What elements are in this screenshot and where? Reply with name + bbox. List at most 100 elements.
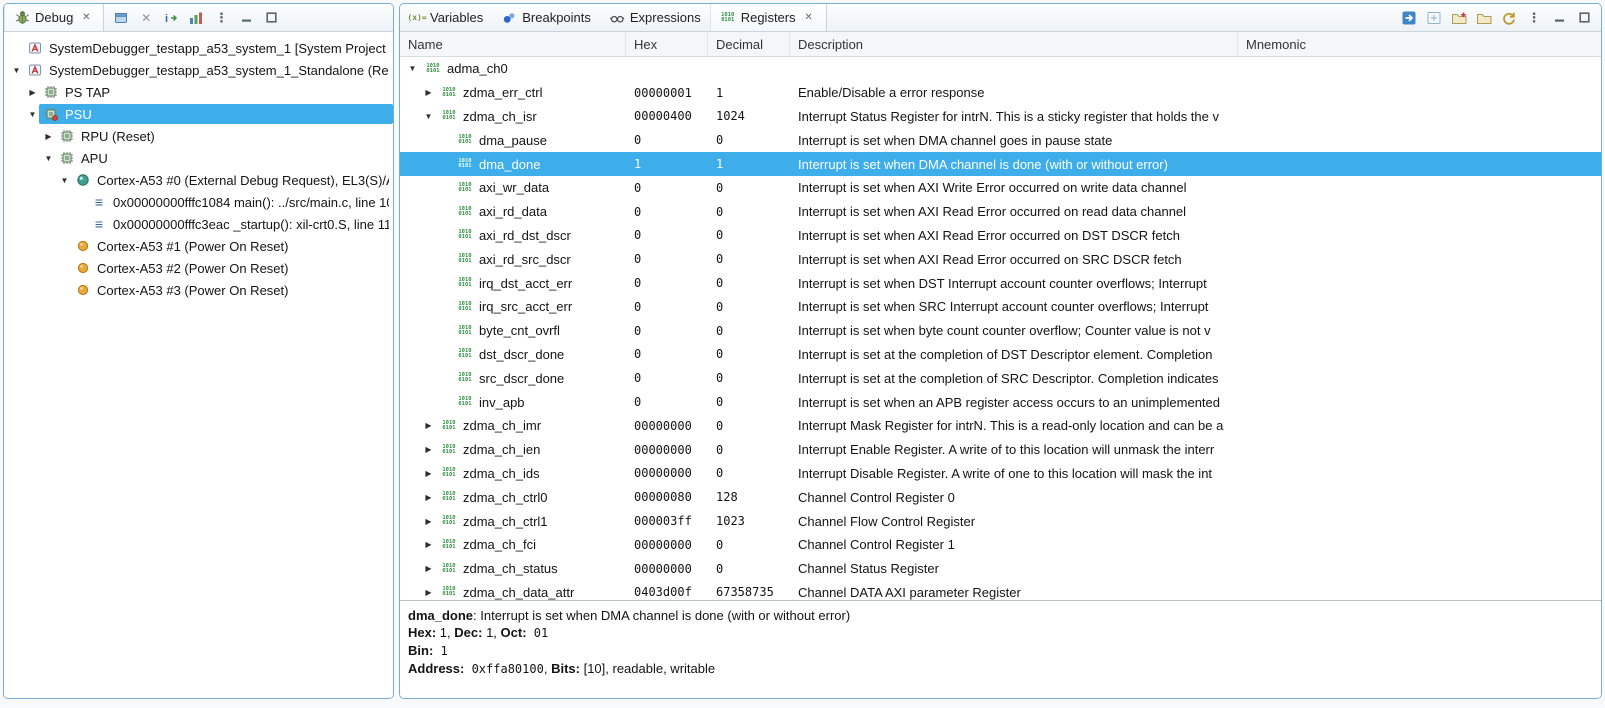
register-row[interactable]: 10100101axi_rd_dst_dscr00Interrupt is se… bbox=[400, 224, 1601, 248]
expand-arrow-icon[interactable]: ▶ bbox=[422, 445, 435, 454]
tree-item[interactable]: ▶RPU (Reset) bbox=[4, 125, 393, 147]
register-name: zdma_ch_ien bbox=[463, 442, 540, 457]
register-row[interactable]: 10100101inv_apb00Interrupt is set when a… bbox=[400, 390, 1601, 414]
register-name-cell: 10100101dma_done bbox=[400, 152, 626, 176]
register-detail: dma_done: Interrupt is set when DMA chan… bbox=[400, 600, 1601, 698]
register-name: dma_pause bbox=[479, 133, 547, 148]
restore-layout-icon[interactable] bbox=[1425, 9, 1443, 27]
column-header-mnemonic[interactable]: Mnemonic bbox=[1238, 32, 1601, 56]
register-icon: 10100101 bbox=[457, 299, 473, 315]
register-row[interactable]: 10100101byte_cnt_ovrfl00Interrupt is set… bbox=[400, 319, 1601, 343]
register-row[interactable]: ▶10100101zdma_ch_status000000000Channel … bbox=[400, 557, 1601, 581]
close-icon[interactable]: ✕ bbox=[78, 10, 94, 26]
add-register-group-icon[interactable] bbox=[1450, 9, 1468, 27]
register-decimal-value: 0 bbox=[708, 557, 790, 581]
column-header-hex[interactable]: Hex bbox=[626, 32, 708, 56]
view-menu-icon[interactable]: ⋮ bbox=[212, 9, 230, 27]
expand-arrow-icon[interactable]: ▶ bbox=[422, 88, 435, 97]
step-mode-icon[interactable]: i bbox=[162, 9, 180, 27]
minimize-icon[interactable] bbox=[1550, 9, 1568, 27]
register-row[interactable]: ▶10100101zdma_ch_imr000000000Interrupt M… bbox=[400, 414, 1601, 438]
register-row[interactable]: ▼10100101adma_ch0 bbox=[400, 57, 1601, 81]
tab-expressions[interactable]: Expressions bbox=[600, 4, 710, 31]
register-row[interactable]: 10100101irq_dst_acct_err00Interrupt is s… bbox=[400, 271, 1601, 295]
tree-item[interactable]: ▼APU bbox=[4, 147, 393, 169]
maximize-icon[interactable] bbox=[1575, 9, 1593, 27]
collapse-arrow-icon[interactable]: ▼ bbox=[10, 66, 23, 75]
expand-arrow-icon[interactable]: ▶ bbox=[422, 540, 435, 549]
register-row[interactable]: ▶10100101zdma_ch_ctrl000000080128Channel… bbox=[400, 485, 1601, 509]
collapse-arrow-icon[interactable]: ▼ bbox=[422, 112, 435, 121]
tab-variables[interactable]: (x)=Variables bbox=[400, 4, 492, 31]
register-row[interactable]: ▶10100101zdma_ch_ien000000000Interrupt E… bbox=[400, 438, 1601, 462]
view-menu-icon[interactable]: ⋮ bbox=[1525, 9, 1543, 27]
column-header-description[interactable]: Description bbox=[790, 32, 1238, 56]
register-hex-value: 000003ff bbox=[626, 509, 708, 533]
register-row[interactable]: ▶10100101zdma_ch_data_attr0403d00f673587… bbox=[400, 581, 1601, 600]
remove-terminated-icon[interactable]: ✕ bbox=[137, 9, 155, 27]
expand-arrow-icon[interactable]: ▶ bbox=[422, 493, 435, 502]
tab-debug[interactable]: Debug ✕ bbox=[4, 4, 104, 31]
collapse-arrow-icon[interactable]: ▼ bbox=[26, 110, 39, 119]
tree-item[interactable]: Cortex-A53 #2 (Power On Reset) bbox=[4, 257, 393, 279]
expand-arrow-icon[interactable]: ▶ bbox=[26, 88, 39, 97]
expand-arrow-icon[interactable]: ▶ bbox=[422, 517, 435, 526]
tree-item[interactable]: ▼Cortex-A53 #0 (External Debug Request),… bbox=[4, 169, 393, 191]
tree-item[interactable]: ▼SystemDebugger_testapp_a53_system_1_Sta… bbox=[4, 59, 393, 81]
tab-breakpoints[interactable]: Breakpoints bbox=[492, 4, 600, 31]
detail-segment: 0xffa80100 bbox=[464, 662, 543, 676]
expand-arrow-icon[interactable]: ▶ bbox=[422, 469, 435, 478]
tree-item[interactable]: Cortex-A53 #3 (Power On Reset) bbox=[4, 279, 393, 301]
tree-item[interactable]: SystemDebugger_testapp_a53_system_1 [Sys… bbox=[4, 37, 393, 59]
register-row[interactable]: 10100101dma_done11Interrupt is set when … bbox=[400, 152, 1601, 176]
expand-arrow-icon[interactable]: ▶ bbox=[42, 132, 55, 141]
register-row[interactable]: ▶10100101zdma_ch_fci000000000Channel Con… bbox=[400, 533, 1601, 557]
register-name: zdma_ch_ctrl1 bbox=[463, 514, 548, 529]
tree-item[interactable]: ≡0x00000000fffc3eac _startup(): xil-crt0… bbox=[4, 213, 393, 235]
tab-registers[interactable]: 10100101Registers✕ bbox=[710, 4, 827, 31]
register-decimal-value: 1 bbox=[708, 152, 790, 176]
expand-arrow-icon[interactable]: ▶ bbox=[422, 421, 435, 430]
column-header-name[interactable]: Name bbox=[400, 32, 626, 56]
refresh-icon[interactable] bbox=[1500, 9, 1518, 27]
expand-arrow-icon[interactable]: ▶ bbox=[422, 588, 435, 597]
expand-arrow-icon[interactable]: ▶ bbox=[422, 564, 435, 573]
register-row[interactable]: 10100101src_dscr_done00Interrupt is set … bbox=[400, 366, 1601, 390]
register-row[interactable]: ▶10100101zdma_err_ctrl000000011Enable/Di… bbox=[400, 81, 1601, 105]
register-hex-value: 0 bbox=[626, 390, 708, 414]
register-row[interactable]: ▶10100101zdma_ch_ids000000000Interrupt D… bbox=[400, 462, 1601, 486]
collapse-arrow-icon[interactable]: ▼ bbox=[58, 176, 71, 185]
collapse-arrow-icon[interactable]: ▼ bbox=[42, 154, 55, 163]
register-row[interactable]: 10100101axi_wr_data00Interrupt is set wh… bbox=[400, 176, 1601, 200]
tree-item[interactable]: ▶PS TAP bbox=[4, 81, 393, 103]
minimize-icon[interactable] bbox=[237, 9, 255, 27]
register-row[interactable]: ▼10100101zdma_ch_isr000004001024Interrup… bbox=[400, 105, 1601, 129]
register-icon: 10100101 bbox=[457, 275, 473, 291]
profile-icon[interactable] bbox=[187, 9, 205, 27]
tree-item[interactable]: Cortex-A53 #1 (Power On Reset) bbox=[4, 235, 393, 257]
register-description: Interrupt is set when AXI Write Error oc… bbox=[790, 176, 1238, 200]
close-icon[interactable]: ✕ bbox=[801, 10, 817, 26]
register-row[interactable]: ▶10100101zdma_ch_ctrl1000003ff1023Channe… bbox=[400, 509, 1601, 533]
register-hex-value: 00000000 bbox=[626, 557, 708, 581]
collapse-arrow-icon[interactable]: ▼ bbox=[406, 64, 419, 73]
tree-item[interactable]: ≡0x00000000fffc1084 main(): ../src/main.… bbox=[4, 191, 393, 213]
register-row[interactable]: 10100101dst_dscr_done00Interrupt is set … bbox=[400, 343, 1601, 367]
register-decimal-value: 0 bbox=[708, 319, 790, 343]
register-hex-value: 00000000 bbox=[626, 438, 708, 462]
remove-register-group-icon[interactable] bbox=[1475, 9, 1493, 27]
register-name-cell: 10100101dst_dscr_done bbox=[400, 343, 626, 367]
register-name-cell: 10100101axi_wr_data bbox=[400, 176, 626, 200]
register-description: Channel Control Register 1 bbox=[790, 533, 1238, 557]
register-hex-value: 0403d00f bbox=[626, 581, 708, 600]
connect-icon[interactable] bbox=[112, 9, 130, 27]
register-row[interactable]: 10100101irq_src_acct_err00Interrupt is s… bbox=[400, 295, 1601, 319]
tree-item[interactable]: ▼PSU bbox=[4, 103, 393, 125]
maximize-icon[interactable] bbox=[262, 9, 280, 27]
export-icon[interactable] bbox=[1400, 9, 1418, 27]
register-row[interactable]: 10100101dma_pause00Interrupt is set when… bbox=[400, 128, 1601, 152]
register-detail-line: dma_done: Interrupt is set when DMA chan… bbox=[408, 607, 1593, 624]
register-row[interactable]: 10100101axi_rd_data00Interrupt is set wh… bbox=[400, 200, 1601, 224]
register-row[interactable]: 10100101axi_rd_src_dscr00Interrupt is se… bbox=[400, 247, 1601, 271]
column-header-decimal[interactable]: Decimal bbox=[708, 32, 790, 56]
